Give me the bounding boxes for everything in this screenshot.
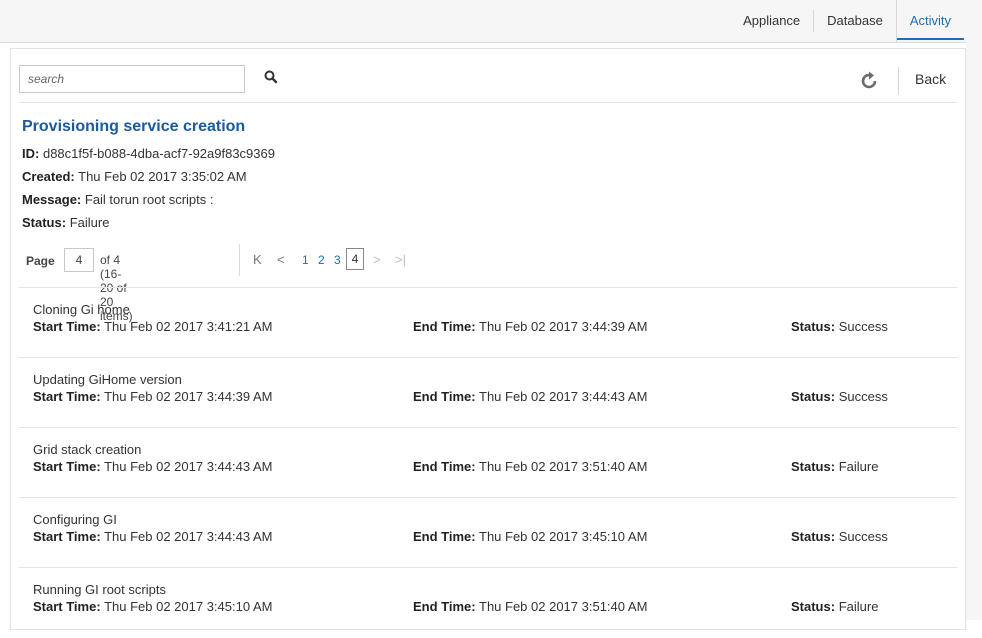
start-value: Thu Feb 02 2017 3:41:21 AM [104,319,273,334]
task-name: Running GI root scripts [33,582,166,597]
page-label: Page [26,254,55,268]
start-value: Thu Feb 02 2017 3:44:43 AM [104,459,273,474]
task-start: Start Time: Thu Feb 02 2017 3:44:39 AM [33,389,272,404]
status-value: Success [838,529,888,544]
start-value: Thu Feb 02 2017 3:45:10 AM [104,599,273,614]
task-row: Configuring GI Start Time: Thu Feb 02 20… [19,497,957,568]
task-name: Configuring GI [33,512,117,527]
toolbar-separator [898,67,899,95]
activity-detail-panel: Back Provisioning service creation ID: d… [10,48,966,630]
page-link-4[interactable]: 4 [346,248,364,270]
start-label: Start Time: [33,319,101,334]
task-row: Grid stack creation Start Time: Thu Feb … [19,427,957,498]
task-end: End Time: Thu Feb 02 2017 3:51:40 AM [413,459,647,474]
end-label: End Time: [413,529,476,544]
job-id-value: d88c1f5f-b088-4dba-acf7-92a9f83c9369 [42,146,275,161]
job-message-value: Fail torun root scripts : [84,192,214,207]
page-scrollbar[interactable] [966,42,982,620]
start-label: Start Time: [33,599,101,614]
end-label: End Time: [413,599,476,614]
task-status: Status: Failure [791,599,878,614]
task-start: Start Time: Thu Feb 02 2017 3:45:10 AM [33,599,272,614]
end-value: Thu Feb 02 2017 3:44:43 AM [479,389,648,404]
status-value: Success [838,319,888,334]
end-value: Thu Feb 02 2017 3:51:40 AM [479,599,648,614]
tab-database[interactable]: Database [813,10,896,32]
start-value: Thu Feb 02 2017 3:44:39 AM [104,389,273,404]
task-row: Cloning Gi home Start Time: Thu Feb 02 2… [19,287,957,358]
task-status: Status: Success [791,389,888,404]
task-row: Updating GiHome version Start Time: Thu … [19,357,957,428]
current-page-input[interactable]: 4 [64,248,94,272]
start-value: Thu Feb 02 2017 3:44:43 AM [104,529,273,544]
start-label: Start Time: [33,459,101,474]
task-start: Start Time: Thu Feb 02 2017 3:44:43 AM [33,529,272,544]
first-page-icon[interactable]: K [253,252,262,267]
last-page-icon[interactable]: >| [395,252,406,267]
status-label: Status: [791,319,836,334]
end-value: Thu Feb 02 2017 3:44:39 AM [479,319,648,334]
page-link-1[interactable]: 1 [302,253,309,267]
end-value: Thu Feb 02 2017 3:51:40 AM [479,459,648,474]
task-row: Running GI root scripts Start Time: Thu … [19,567,957,638]
pager-separator [239,244,240,276]
tab-appliance[interactable]: Appliance [730,10,813,32]
job-created-label: Created: [22,169,75,184]
job-message: Message: Fail torun root scripts : [22,192,213,207]
task-name: Grid stack creation [33,442,142,457]
prev-page-icon[interactable]: < [277,252,285,267]
job-title: Provisioning service creation [22,118,246,135]
job-message-label: Message: [22,192,82,207]
task-start: Start Time: Thu Feb 02 2017 3:44:43 AM [33,459,272,474]
start-label: Start Time: [33,529,101,544]
task-end: End Time: Thu Feb 02 2017 3:44:39 AM [413,319,647,334]
status-label: Status: [791,459,836,474]
top-navigation-bar: Appliance Database Activity [0,0,982,43]
next-page-icon[interactable]: > [373,252,381,267]
search-toolbar: Back [19,65,957,103]
status-value: Failure [838,599,879,614]
task-status: Status: Success [791,319,888,334]
page-link-2[interactable]: 2 [318,253,325,267]
status-value: Success [838,389,888,404]
task-status: Status: Success [791,529,888,544]
page-link-3[interactable]: 3 [334,253,341,267]
task-name: Cloning Gi home [33,302,130,317]
job-created: Created: Thu Feb 02 2017 3:35:02 AM [22,169,247,184]
job-status-value: Failure [69,215,110,230]
start-label: Start Time: [33,389,101,404]
tab-activity[interactable]: Activity [895,0,965,42]
refresh-icon[interactable] [859,71,879,91]
search-icon[interactable] [263,69,279,85]
task-end: End Time: Thu Feb 02 2017 3:45:10 AM [413,529,647,544]
task-end: End Time: Thu Feb 02 2017 3:44:43 AM [413,389,647,404]
status-value: Failure [838,459,879,474]
task-name: Updating GiHome version [33,372,182,387]
nav-tabs: Appliance Database Activity [730,0,965,42]
job-created-value: Thu Feb 02 2017 3:35:02 AM [78,169,247,184]
job-status: Status: Failure [22,215,109,230]
header-divider [19,102,957,103]
status-label: Status: [791,529,836,544]
end-value: Thu Feb 02 2017 3:45:10 AM [479,529,648,544]
status-label: Status: [791,389,836,404]
job-id-label: ID: [22,146,40,161]
job-id: ID: d88c1f5f-b088-4dba-acf7-92a9f83c9369 [22,146,275,161]
job-status-label: Status: [22,215,67,230]
end-label: End Time: [413,319,476,334]
end-label: End Time: [413,459,476,474]
end-label: End Time: [413,389,476,404]
search-input[interactable] [19,65,245,93]
back-button[interactable]: Back [915,71,946,87]
task-start: Start Time: Thu Feb 02 2017 3:41:21 AM [33,319,272,334]
status-label: Status: [791,599,836,614]
task-end: End Time: Thu Feb 02 2017 3:51:40 AM [413,599,647,614]
task-status: Status: Failure [791,459,878,474]
